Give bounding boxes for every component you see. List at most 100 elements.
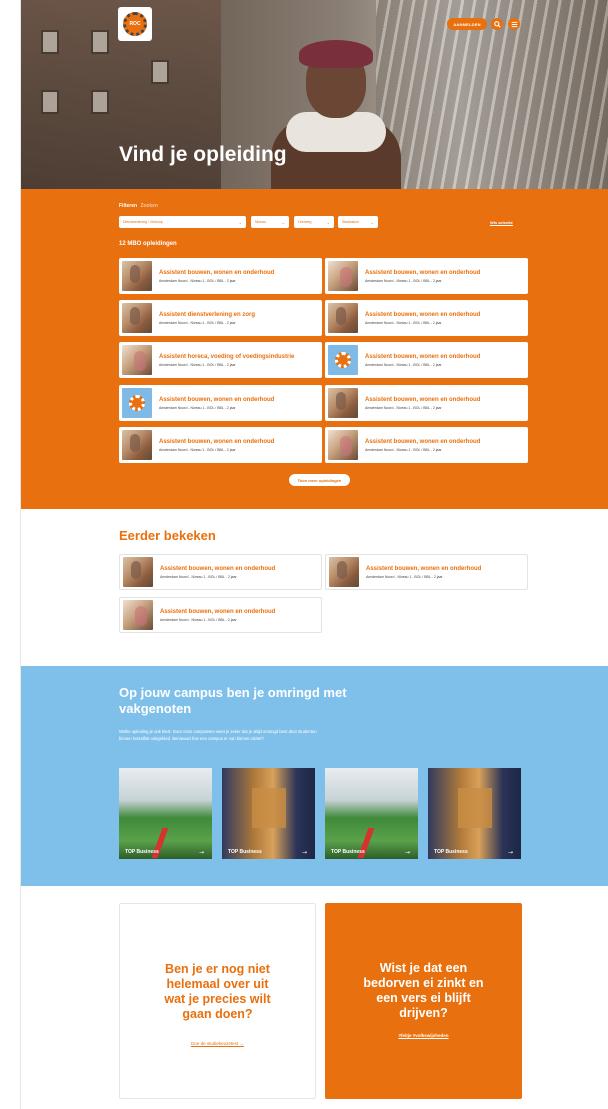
hero-window <box>91 30 109 54</box>
program-meta: Amsterdam Noord - Niveau 1 - BOL / BBL -… <box>159 278 236 283</box>
hero-person <box>271 40 401 189</box>
menu-icon[interactable] <box>508 18 520 30</box>
program-meta: Amsterdam Noord - Niveau 1 - BOL / BBL -… <box>160 574 237 579</box>
page-title: Vind je opleiding <box>119 143 287 166</box>
program-thumbnail <box>122 430 152 460</box>
program-thumbnail <box>123 557 153 587</box>
chevron-down-icon: ⌄ <box>238 219 242 225</box>
program-card[interactable]: Assistent bouwen, wonen en onderhoud Amst… <box>119 385 322 421</box>
program-card[interactable]: Assistent bouwen, wonen en onderhoud Amst… <box>325 342 528 378</box>
program-title: Assistent bouwen, wonen en onderhoud <box>160 565 276 572</box>
program-meta: Amsterdam Noord - Niveau 1 - BOL / BBL -… <box>366 574 443 579</box>
chevron-down-icon: ⌄ <box>281 219 285 225</box>
program-card[interactable]: Assistent bouwen, wonen en onderhoud Amst… <box>325 385 528 421</box>
program-thumbnail <box>328 303 358 333</box>
campus-tile[interactable]: TOP Business → <box>119 768 212 859</box>
logo-gear-icon: ROC <box>123 12 147 36</box>
program-title: Assistent bouwen, wonen en onderhoud <box>365 269 481 276</box>
site-logo[interactable]: ROC <box>118 7 152 41</box>
program-card[interactable]: Assistent bouwen, wonen en onderhoud Amst… <box>325 427 528 463</box>
register-button[interactable]: AANMELDEN <box>447 18 487 30</box>
program-thumbnail <box>328 388 358 418</box>
program-card[interactable]: Assistent dienstverlening en zorg Amsterd… <box>119 300 322 336</box>
fun-fact-tags[interactable]: #feitje #volkswijsheden <box>325 1033 522 1038</box>
study-choice-test-link[interactable]: Doe de studiekeuzetest → <box>120 1041 315 1046</box>
filter-tabs: Filteren Zoeken <box>119 203 158 209</box>
hero-window <box>41 90 59 114</box>
program-title: Assistent bouwen, wonen en onderhoud <box>365 353 481 360</box>
program-thumbnail <box>122 345 152 375</box>
program-meta: Amsterdam Noord - Niveau 1 - BOL / BBL -… <box>160 617 237 622</box>
recently-viewed-title: Eerder bekeken <box>119 528 216 543</box>
level-select-value: Niveau <box>255 220 266 224</box>
program-meta: Amsterdam Noord - Niveau 1 - BOL / BBL -… <box>365 362 442 367</box>
hero-window <box>151 60 169 84</box>
campus-tile-label: TOP Business <box>228 849 262 855</box>
search-icon[interactable] <box>491 18 503 30</box>
program-title: Assistent bouwen, wonen en onderhoud <box>366 565 482 572</box>
hero-window <box>41 30 59 54</box>
program-meta: Amsterdam Noord - Niveau 1 - BOL / BBL -… <box>159 405 236 410</box>
sector-select-value: Dienstverlening / Verkoop <box>123 220 163 224</box>
program-title: Assistent horeca, voeding of voedingsind… <box>159 353 295 360</box>
campus-tile[interactable]: TOP Business → <box>222 768 315 859</box>
campus-tile-label: TOP Business <box>434 849 468 855</box>
chevron-down-icon: ⌄ <box>326 219 330 225</box>
chevron-down-icon: ⌄ <box>370 219 374 225</box>
program-card[interactable]: Assistent bouwen, wonen en onderhoud Amst… <box>119 427 322 463</box>
program-card[interactable]: Assistent bouwen, wonen en onderhoud Amst… <box>119 597 322 633</box>
program-meta: Amsterdam Noord - Niveau 1 - BOL / BBL -… <box>365 320 442 325</box>
level-select[interactable]: Niveau ⌄ <box>251 216 289 228</box>
program-card[interactable]: Assistent bouwen, wonen en onderhoud Amst… <box>325 554 528 590</box>
hero-banner <box>21 0 608 189</box>
program-thumbnail <box>328 430 358 460</box>
campus-title: Op jouw campus ben je omringd met vakgen… <box>119 685 347 716</box>
start-date-select[interactable]: Startdatum ⌄ <box>338 216 378 228</box>
program-card[interactable]: Assistent bouwen, wonen en onderhoud Amst… <box>325 300 528 336</box>
program-meta: Amsterdam Noord - Niveau 1 - BOL / BBL -… <box>159 320 236 325</box>
program-card[interactable]: Assistent bouwen, wonen en onderhoud Amst… <box>119 554 322 590</box>
tab-search[interactable]: Zoeken <box>140 203 158 209</box>
campus-tile[interactable]: TOP Business → <box>428 768 521 859</box>
program-logo-image <box>328 345 358 375</box>
program-card[interactable]: Assistent bouwen, wonen en onderhoud Amst… <box>325 258 528 294</box>
program-title: Assistent bouwen, wonen en onderhoud <box>365 396 481 403</box>
clear-selection-link[interactable]: Wis selectie <box>490 220 513 225</box>
program-meta: Amsterdam Noord - Niveau 1 - BOL / BBL -… <box>365 405 442 410</box>
fun-fact-title: Wist je dat een bedorven ei zinkt en een… <box>363 961 484 1020</box>
sector-select[interactable]: Dienstverlening / Verkoop ⌄ <box>119 216 246 228</box>
fun-fact-card: Wist je dat een bedorven ei zinkt en een… <box>325 903 522 1099</box>
study-choice-title: Ben je er nog niet helemaal over uit wat… <box>164 962 271 1021</box>
campus-text: Welke opleiding je ook kiest. Door onze … <box>119 729 317 741</box>
program-thumbnail <box>328 261 358 291</box>
arrow-right-icon: → <box>198 849 204 856</box>
program-meta: Amsterdam Noord - Niveau 1 - BOL / BBL -… <box>159 447 236 452</box>
program-meta: Amsterdam Noord - Niveau 1 - BOL / BBL -… <box>365 447 442 452</box>
campus-tile[interactable]: TOP Business → <box>325 768 418 859</box>
program-title: Assistent bouwen, wonen en onderhoud <box>365 438 481 445</box>
program-title: Assistent dienstverlening en zorg <box>159 311 256 318</box>
learning-path-select[interactable]: Leerweg ⌄ <box>294 216 334 228</box>
program-title: Assistent bouwen, wonen en onderhoud <box>159 396 275 403</box>
program-meta: Amsterdam Noord - Niveau 1 - BOL / BBL -… <box>365 278 442 283</box>
program-card[interactable]: Assistent bouwen, wonen en onderhoud Amst… <box>119 258 322 294</box>
campus-tile-label: TOP Business <box>125 849 159 855</box>
tab-filter[interactable]: Filteren <box>119 203 137 209</box>
logo-text: ROC <box>129 21 141 27</box>
program-title: Assistent bouwen, wonen en onderhoud <box>159 269 275 276</box>
arrow-right-icon: → <box>301 849 307 856</box>
learning-path-select-value: Leerweg <box>298 220 312 224</box>
program-card[interactable]: Assistent horeca, voeding of voedingsind… <box>119 342 322 378</box>
arrow-right-icon: → <box>404 849 410 856</box>
arrow-right-icon: → <box>507 849 513 856</box>
start-date-select-value: Startdatum <box>342 220 360 224</box>
program-thumbnail <box>122 303 152 333</box>
program-title: Assistent bouwen, wonen en onderhoud <box>159 438 275 445</box>
program-thumbnail <box>123 600 153 630</box>
results-count: 12 MBO opleidingen <box>119 241 177 247</box>
study-choice-card[interactable]: Ben je er nog niet helemaal over uit wat… <box>119 903 316 1099</box>
hero-window <box>91 90 109 114</box>
program-logo-image <box>122 388 152 418</box>
campus-tile-label: TOP Business <box>331 849 365 855</box>
show-more-button[interactable]: Toon meer opleidingen <box>289 474 350 486</box>
